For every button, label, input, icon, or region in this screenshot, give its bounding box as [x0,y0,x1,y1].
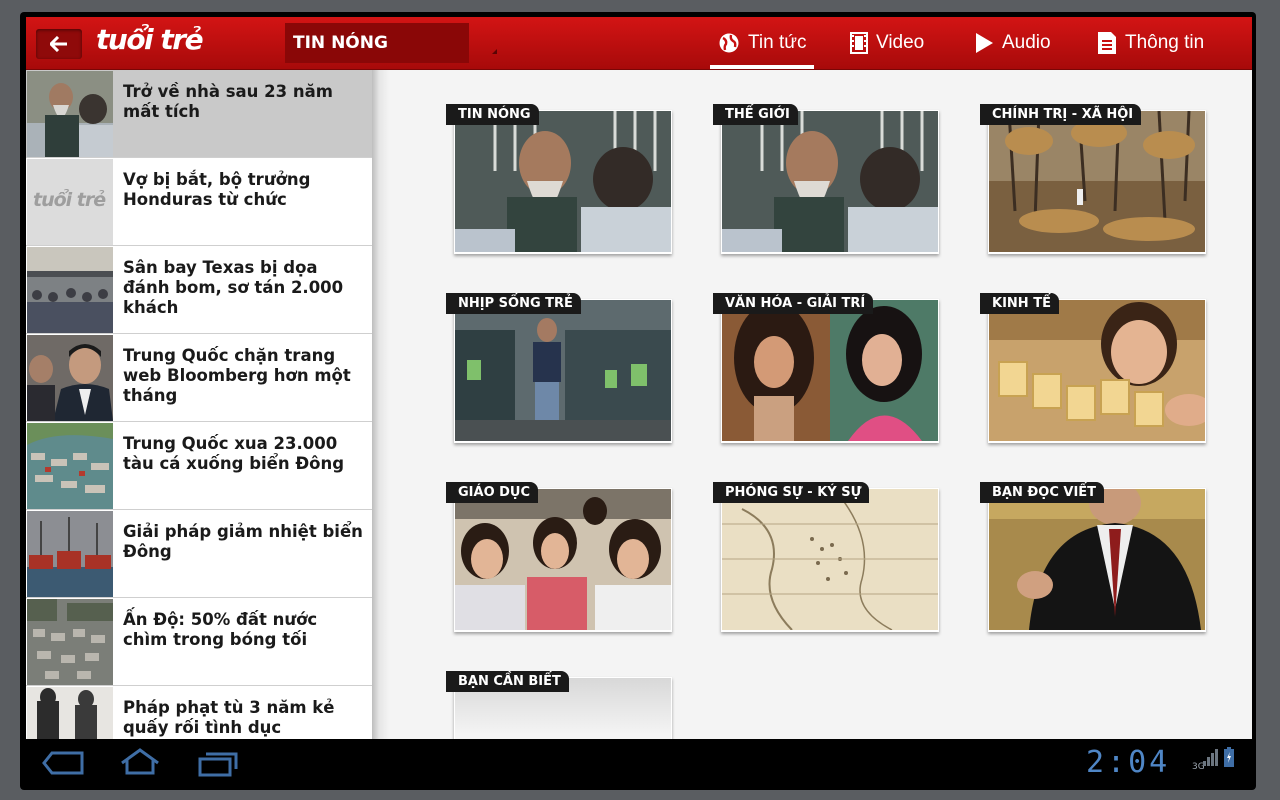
category-photo [722,300,938,441]
tab-video-label: Video [876,32,925,53]
article-title: Sân bay Texas bị dọa đánh bom, sơ tán 2.… [123,258,344,317]
article-title: Vợ bị bắt, bộ trưởng Honduras từ chức [123,170,311,209]
category-photo [455,300,671,441]
list-item[interactable]: Sân bay Texas bị dọa đánh bom, sơ tán 2.… [26,246,372,334]
tab-audio[interactable]: Audio [974,17,1051,69]
article-title: Pháp phạt tù 3 năm kẻ quấy rối tình dục [123,698,335,737]
category-photo [989,111,1205,252]
tab-thong-tin-label: Thông tin [1125,32,1205,53]
category-label: BẠN CẦN BIẾT [446,671,569,692]
category-label: THẾ GIỚI [713,104,798,125]
signal-strength-icon [1202,747,1218,771]
list-item[interactable]: Pháp phạt tù 3 năm kẻ quấy rối tình dục [26,686,372,739]
home-nav-button[interactable] [118,747,162,777]
category-photo [989,489,1205,630]
article-thumbnail [27,71,113,157]
category-photo [989,300,1205,441]
dropdown-caret-icon [492,49,497,54]
article-title: Trở về nhà sau 23 năm mất tích [123,82,333,121]
tab-thong-tin[interactable]: Thông tin [1097,17,1204,69]
list-item[interactable]: Giải pháp giảm nhiệt biển Đông [26,510,372,598]
tab-tin-tuc-label: Tin tức [748,32,807,53]
category-tile-tin-nong[interactable]: TIN NÓNG [446,104,672,254]
category-tile-phong-su-ky-su[interactable]: PHÓNG SỰ - KÝ SỰ [713,482,939,632]
category-tile-ban-doc-viet[interactable]: BẠN ĐỌC VIẾT [980,482,1206,632]
list-item[interactable]: Trung Quốc chặn trang web Bloomberg hơn … [26,334,372,422]
list-divider [372,70,390,739]
list-item[interactable]: Ấn Độ: 50% đất nước chìm trong bóng tối [26,598,372,686]
tuoi-tre-logo: tuổi trẻ [96,23,204,56]
article-title: Giải pháp giảm nhiệt biển Đông [123,522,363,561]
article-thumbnail [27,599,113,685]
category-photo [455,111,671,252]
category-label: TIN NÓNG [446,104,539,125]
list-item[interactable]: Trung Quốc xua 23.000 tàu cá xuống biển … [26,422,372,510]
system-navigation-bar: 2:04 3G [26,739,1252,785]
category-label: CHÍNH TRỊ - XÃ HỘI [980,104,1142,125]
article-thumbnail [27,511,113,597]
category-tile-nhip-song-tre[interactable]: NHỊP SỐNG TRẺ [446,293,672,443]
arrow-left-icon [50,36,67,52]
back-button[interactable] [36,29,82,59]
category-tile-ban-can-biet[interactable]: BẠN CẦN BIẾT [446,671,672,739]
section-dropdown[interactable]: TIN NÓNG [285,23,469,63]
article-title: Ấn Độ: 50% đất nước chìm trong bóng tối [123,610,318,649]
category-label: NHỊP SỐNG TRẺ [446,293,581,314]
app-header: tuổi trẻ TIN NÓNG Tin tức Video Audio Th… [26,17,1252,70]
status-clock: 2:04 [1086,745,1171,780]
category-tile-chinh-tri-xa-hoi[interactable]: CHÍNH TRỊ - XÃ HỘI [980,104,1206,254]
tab-audio-label: Audio [1002,32,1051,53]
category-label: KINH TẾ [980,293,1059,314]
back-nav-button[interactable] [42,749,86,777]
film-icon [850,32,868,54]
app-screen: tuổi trẻ TIN NÓNG Tin tức Video Audio Th… [26,17,1252,739]
category-tile-kinh-te[interactable]: KINH TẾ [980,293,1206,443]
article-title: Trung Quốc xua 23.000 tàu cá xuống biển … [123,434,345,473]
category-grid: TIN NÓNG THẾ GIỚI CHÍNH TRỊ - XÃ HỘI NHỊ… [390,70,1252,739]
category-tile-giao-duc[interactable]: GIÁO DỤC [446,482,672,632]
article-thumbnail [27,423,113,509]
category-label: GIÁO DỤC [446,482,539,503]
battery-icon [1224,747,1234,771]
category-photo [722,489,938,630]
category-tile-the-gioi[interactable]: THẾ GIỚI [713,104,939,254]
play-icon [974,32,994,54]
article-list: Trở về nhà sau 23 năm mất tích tuổi trẻ … [26,70,372,739]
recent-apps-button[interactable] [196,749,240,777]
thumbnail-placeholder-logo: tuổi trẻ [33,189,106,211]
back-nav-icon [42,751,84,775]
category-label: PHÓNG SỰ - KÝ SỰ [713,482,870,503]
article-thumbnail [27,335,113,421]
tab-tin-tuc[interactable]: Tin tức [709,17,815,69]
home-nav-icon [121,748,159,775]
section-dropdown-label: TIN NÓNG [293,33,388,53]
list-item[interactable]: tuổi trẻ Vợ bị bắt, bộ trưởng Honduras t… [26,158,372,246]
category-photo [722,111,938,252]
recent-apps-icon [198,752,238,777]
article-thumbnail [27,687,113,739]
category-label: BẠN ĐỌC VIẾT [980,482,1105,503]
document-icon [1097,31,1117,55]
category-label: VĂN HÓA - GIẢI TRÍ [713,293,874,314]
category-photo [455,489,671,630]
article-thumbnail [27,247,113,333]
globe-icon [718,32,740,54]
article-title: Trung Quốc chặn trang web Bloomberg hơn … [123,346,351,405]
article-thumbnail: tuổi trẻ [27,159,113,245]
category-tile-van-hoa-giai-tri[interactable]: VĂN HÓA - GIẢI TRÍ [713,293,939,443]
tab-video[interactable]: Video [850,17,924,69]
list-item[interactable]: Trở về nhà sau 23 năm mất tích [26,70,372,158]
